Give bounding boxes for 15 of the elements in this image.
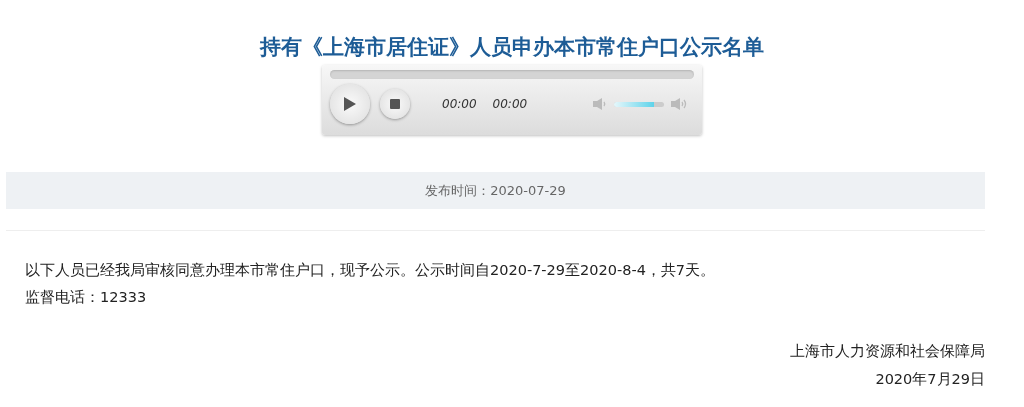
stop-button[interactable] xyxy=(380,89,410,119)
notice-text: 以下人员已经我局审核同意办理本市常住户口，现予公示。公示时间自2020-7-29至2020-8-4，共7天。 xyxy=(25,261,717,280)
duration: 00:00 xyxy=(492,97,528,111)
play-button[interactable] xyxy=(330,84,370,124)
stop-icon xyxy=(390,99,400,109)
play-icon xyxy=(343,96,357,112)
mute-icon[interactable] xyxy=(592,97,608,111)
current-time: 00:00 xyxy=(442,97,477,111)
issuing-organization: 上海市人力资源和社会保障局 xyxy=(790,342,985,361)
volume-icon[interactable] xyxy=(670,97,688,111)
page-title: 持有《上海市居住证》人员申办本市常住户口公示名单 xyxy=(258,34,765,61)
notice-text: 监督电话：12333 xyxy=(25,288,148,307)
volume-slider[interactable] xyxy=(614,101,664,107)
signature-date: 2020年7月29日 xyxy=(875,370,985,389)
publish-date: 发布时间：2020-07-29 xyxy=(425,181,566,200)
